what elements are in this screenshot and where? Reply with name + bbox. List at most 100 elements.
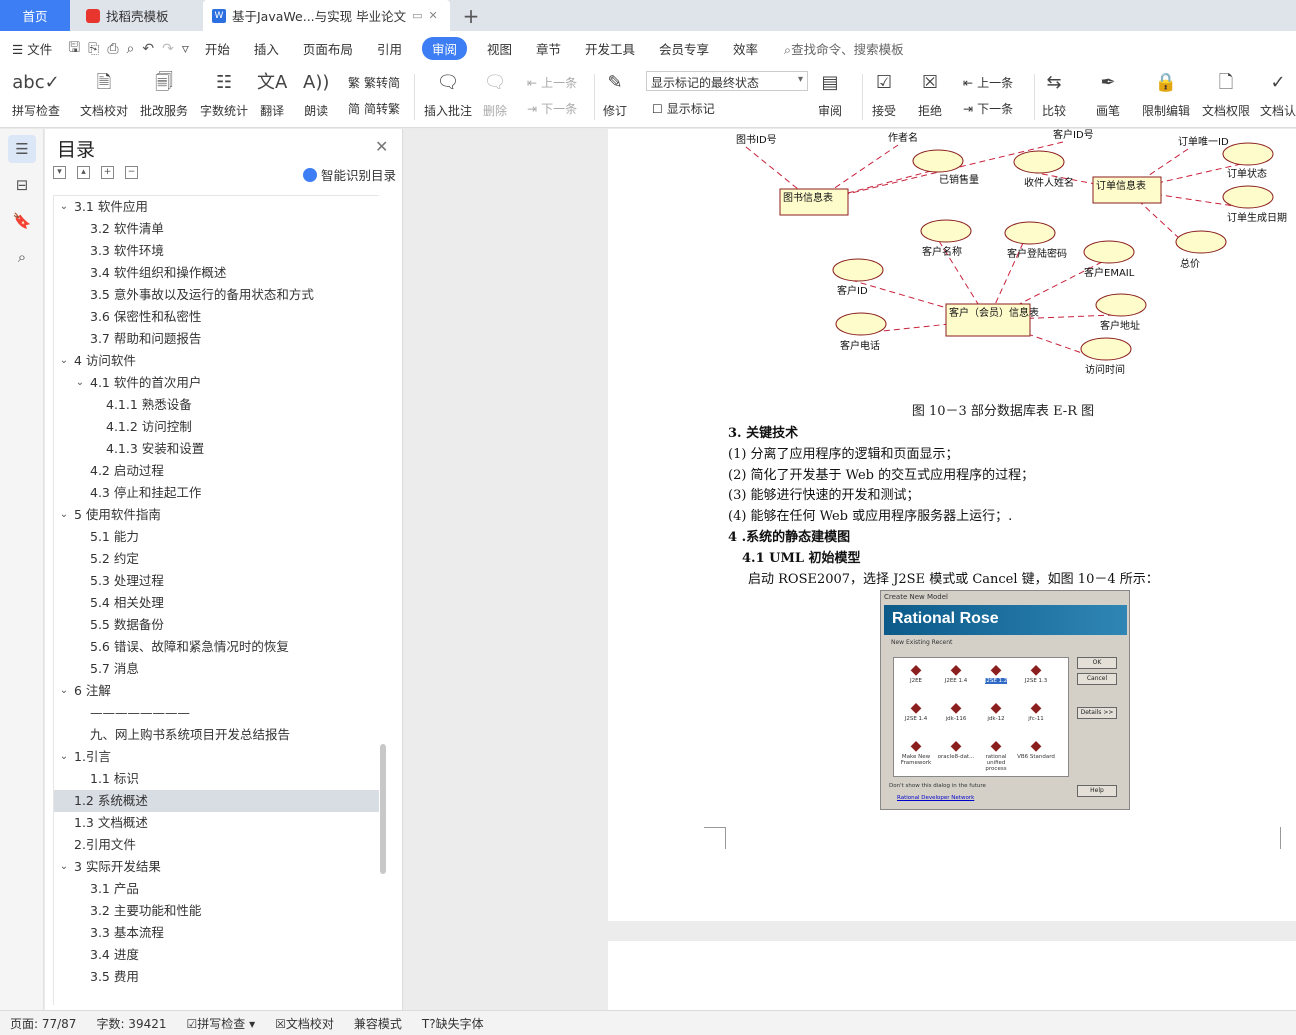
document-area[interactable]: 图书ID号 作者名 已销售量 客户ID号 收件人姓名 订单唯一ID 订单状态 订单生成日期 总价… <box>404 129 1296 1010</box>
toc-item[interactable]: 3.3 软件环境 <box>54 240 379 262</box>
simp-to-trad-button[interactable]: 简简转繁 <box>348 100 400 117</box>
read-aloud-button[interactable]: A)) 朗读 <box>303 70 329 119</box>
toc-item[interactable]: 5.2 约定 <box>54 548 379 570</box>
toc-item[interactable]: 3.1 产品 <box>54 878 379 900</box>
doc-proof-status[interactable]: ☒文档校对 <box>265 1015 344 1032</box>
toc-item[interactable]: 3.5 意外事故以及运行的备用状态和方式 <box>54 284 379 306</box>
insert-comment-button[interactable]: 🗨 插入批注 <box>424 70 472 119</box>
trad-to-simp-button[interactable]: 繁繁转简 <box>348 74 400 91</box>
chevron-down-icon[interactable]: ⌄ <box>58 680 70 702</box>
print-icon[interactable]: ⎙ <box>103 41 122 57</box>
menu-devtools[interactable]: 开发工具 <box>573 39 647 58</box>
toc-item[interactable]: ⌄ 3.1 软件应用 <box>54 196 379 218</box>
remove-level-icon[interactable]: − <box>125 166 138 179</box>
toc-item[interactable]: 九、网上购书系统项目开发总结报告 <box>54 724 379 746</box>
export-icon[interactable]: ⎘ <box>84 41 103 57</box>
toc-scrollbar[interactable] <box>380 744 386 874</box>
toc-item[interactable]: 3.4 软件组织和操作概述 <box>54 262 379 284</box>
toc-item[interactable]: ⌄ 5 使用软件指南 <box>54 504 379 526</box>
delete-comment-button[interactable]: 🗨 删除 <box>483 70 507 119</box>
redo-icon[interactable]: ↷ <box>158 41 178 57</box>
batch-service-button[interactable]: 🗐 批改服务 <box>140 70 188 119</box>
save-icon[interactable]: 🖫 <box>64 37 84 61</box>
page-indicator[interactable]: 页面: 77/87 <box>0 1015 86 1032</box>
toc-item[interactable]: 4.3 停止和挂起工作 <box>54 482 379 504</box>
new-tab-button[interactable]: + <box>458 0 484 31</box>
menu-view[interactable]: 视图 <box>475 39 524 58</box>
close-icon[interactable]: ✕ <box>375 137 388 156</box>
menu-chapter[interactable]: 章节 <box>524 39 573 58</box>
toc-item[interactable]: ⌄ 1.引言 <box>54 746 379 768</box>
toc-item[interactable]: ———————— <box>54 702 379 724</box>
toc-item[interactable]: 1.2 系统概述 <box>54 790 379 812</box>
toc-item[interactable]: 3.2 主要功能和性能 <box>54 900 379 922</box>
toc-item[interactable]: 3.7 帮助和问题报告 <box>54 328 379 350</box>
menu-efficiency[interactable]: 效率 <box>721 39 770 58</box>
doc-proof-button[interactable]: 🗎 文档校对 <box>80 70 128 119</box>
document-page[interactable]: 图书ID号 作者名 已销售量 客户ID号 收件人姓名 订单唯一ID 订单状态 订单生成日期 总价… <box>608 129 1296 921</box>
toc-item[interactable]: 5.3 处理过程 <box>54 570 379 592</box>
tab-document[interactable]: W 基于JavaWe...与实现 毕业论文 ▭ ✕ <box>203 0 450 31</box>
prev-change-button[interactable]: ⇤ 上一条 <box>963 74 1013 91</box>
toc-item[interactable]: 4.1.1 熟悉设备 <box>54 394 379 416</box>
tab-home[interactable]: 首页 <box>0 0 70 31</box>
missing-font[interactable]: T?缺失字体 <box>412 1015 494 1032</box>
add-level-icon[interactable]: + <box>101 166 114 179</box>
translate-button[interactable]: 文A 翻译 <box>257 70 287 119</box>
chevron-down-icon[interactable]: ⌄ <box>58 746 70 768</box>
toc-item[interactable]: 1.3 文档概述 <box>54 812 379 834</box>
preview-icon[interactable]: ⌕ <box>123 41 139 57</box>
word-count-button[interactable]: ☷ 字数统计 <box>200 70 248 119</box>
chevron-down-icon[interactable]: ⌄ <box>58 350 70 372</box>
pen-button[interactable]: ✒ 画笔 <box>1096 70 1120 119</box>
markup-state-select[interactable]: 显示标记的最终状态 <box>646 71 808 91</box>
toc-item[interactable]: ⌄ 4.1 软件的首次用户 <box>54 372 379 394</box>
doc-rights-button[interactable]: 🗋 文档权限 <box>1202 70 1250 119</box>
menu-start[interactable]: 开始 <box>193 39 242 58</box>
show-markup-button[interactable]: ☐ 显示标记 <box>652 100 715 117</box>
close-tab-icon[interactable]: ✕ <box>429 9 438 22</box>
toc-item[interactable]: 1.1 标识 <box>54 768 379 790</box>
toc-item[interactable]: ⌄ 3 实际开发结果 <box>54 856 379 878</box>
toc-panel-button[interactable]: ☰ <box>8 135 36 163</box>
expand-up-icon[interactable]: ▴ <box>77 166 90 179</box>
chevron-down-icon[interactable]: ⌄ <box>74 372 86 394</box>
compare-button[interactable]: ⇆ 比较 <box>1042 70 1066 119</box>
window-icon[interactable]: ▭ <box>412 9 422 22</box>
toc-item[interactable]: ⌄ 6 注解 <box>54 680 379 702</box>
menu-insert[interactable]: 插入 <box>242 39 291 58</box>
doc-verify-button[interactable]: ✓ 文档认 <box>1260 70 1296 119</box>
chapter-nav-button[interactable]: ⊟ <box>8 171 36 199</box>
find-button[interactable]: ⌕ <box>8 243 36 271</box>
track-changes-button[interactable]: ✎ 修订 <box>603 70 627 119</box>
menu-layout[interactable]: 页面布局 <box>291 39 365 58</box>
toc-item[interactable]: 4.1.3 安装和设置 <box>54 438 379 460</box>
toc-item[interactable]: 5.6 错误、故障和紧急情况时的恢复 <box>54 636 379 658</box>
bookmark-button[interactable]: 🔖 <box>8 207 36 235</box>
restrict-edit-button[interactable]: 🔒 限制编辑 <box>1142 70 1190 119</box>
prev-comment-button[interactable]: ⇤ 上一条 <box>527 74 577 91</box>
chevron-down-icon[interactable]: ⌄ <box>58 196 70 218</box>
toc-item[interactable]: 2.引用文件 <box>54 834 379 856</box>
toc-item[interactable]: 3.6 保密性和私密性 <box>54 306 379 328</box>
menu-review[interactable]: 审阅 <box>421 37 467 60</box>
chevron-down-icon[interactable]: ⌄ <box>58 504 70 526</box>
toc-item[interactable]: 5.7 消息 <box>54 658 379 680</box>
toc-item[interactable]: ⌄ 4 访问软件 <box>54 350 379 372</box>
spell-check-status[interactable]: ☑拼写检查 ▾ <box>177 1015 266 1032</box>
toc-item[interactable]: 5.5 数据备份 <box>54 614 379 636</box>
toc-item[interactable]: 4.1.2 访问控制 <box>54 416 379 438</box>
more-icon[interactable]: ▿ <box>178 41 193 57</box>
chevron-down-icon[interactable]: ⌄ <box>58 856 70 878</box>
compat-mode[interactable]: 兼容模式 <box>344 1015 412 1032</box>
document-page-next[interactable] <box>608 941 1296 1010</box>
undo-icon[interactable]: ↶ <box>138 41 158 57</box>
accept-button[interactable]: ☑ 接受 <box>872 70 896 119</box>
file-menu[interactable]: ☰ 文件 <box>0 39 64 58</box>
next-change-button[interactable]: ⇥ 下一条 <box>963 100 1013 117</box>
toc-item[interactable]: 3.2 软件清单 <box>54 218 379 240</box>
toc-item[interactable]: 5.1 能力 <box>54 526 379 548</box>
toc-item[interactable]: 3.4 进度 <box>54 944 379 966</box>
menu-reference[interactable]: 引用 <box>365 39 414 58</box>
toc-item[interactable]: 5.4 相关处理 <box>54 592 379 614</box>
